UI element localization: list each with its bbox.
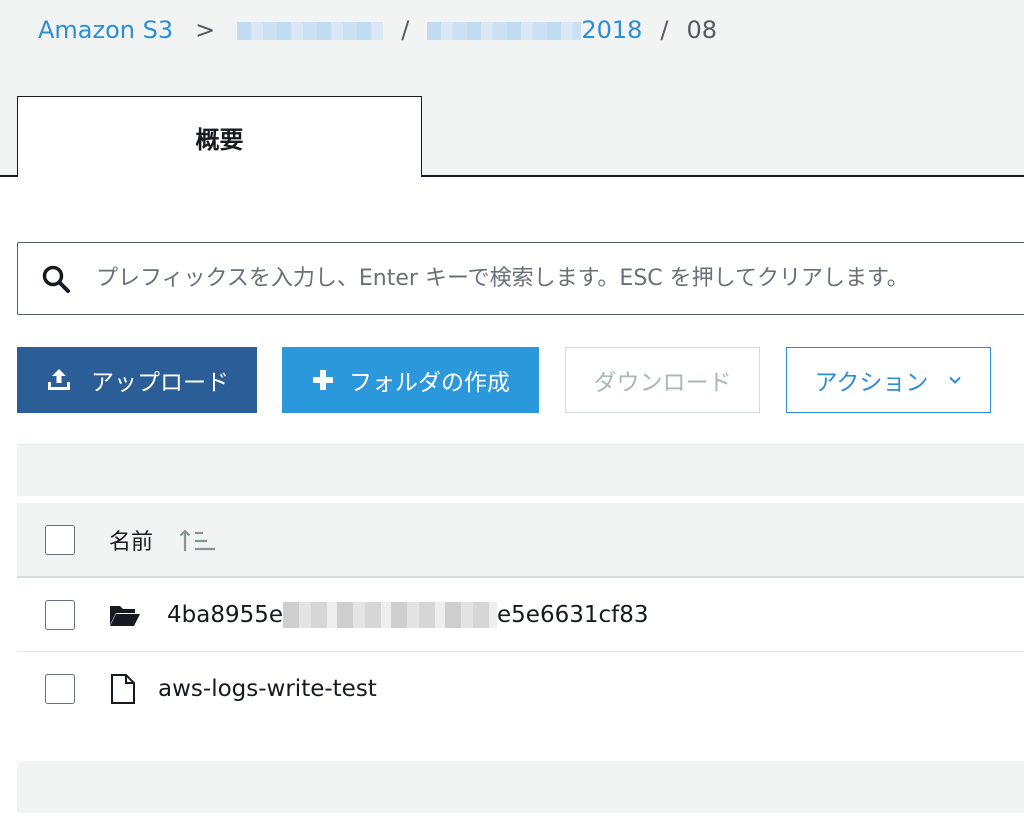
row-checkbox[interactable]	[45, 599, 75, 630]
table-footer	[17, 726, 1024, 761]
breadcrumb-current: 08	[686, 16, 718, 44]
table-toolbar	[17, 444, 1024, 496]
tab-label: 概要	[195, 125, 244, 154]
search-icon	[42, 265, 70, 293]
table-row[interactable]: 4ba8955e e5e6631cf83	[17, 578, 1024, 652]
search-input[interactable]	[96, 266, 1024, 291]
tab-overview[interactable]: 概要	[17, 96, 422, 179]
upload-icon	[48, 369, 70, 390]
folder-name-suffix: e5e6631cf83	[497, 601, 649, 628]
file-icon	[111, 674, 135, 704]
file-name-link[interactable]: aws-logs-write-test	[158, 676, 377, 702]
breadcrumb-bucket-link[interactable]	[237, 16, 384, 44]
sort-ascending-icon[interactable]	[179, 527, 217, 553]
column-header-name[interactable]: 名前	[109, 524, 153, 556]
upload-label: アップロード	[91, 370, 229, 396]
chevron-down-icon	[949, 376, 962, 384]
breadcrumb-separator: /	[401, 16, 410, 44]
folder-open-icon	[110, 605, 140, 626]
download-label: ダウンロード	[593, 370, 732, 396]
folder-name-link[interactable]: 4ba8955e e5e6631cf83	[167, 601, 649, 628]
actions-label: アクション	[814, 370, 929, 396]
table-row[interactable]: aws-logs-write-test	[17, 652, 1024, 726]
search-box	[17, 242, 1024, 315]
select-all-checkbox[interactable]	[45, 524, 75, 555]
breadcrumb-separator: >	[195, 16, 216, 44]
redacted-block	[283, 601, 498, 628]
breadcrumb-folder-link[interactable]: 2018	[427, 16, 642, 44]
folder-name-prefix: 4ba8955e	[167, 601, 284, 628]
actions-dropdown[interactable]: アクション	[786, 347, 991, 413]
row-checkbox[interactable]	[45, 674, 75, 704]
plus-icon	[313, 370, 333, 390]
create-folder-button[interactable]: フォルダの作成	[282, 347, 539, 413]
download-button[interactable]: ダウンロード	[565, 347, 760, 413]
create-folder-label: フォルダの作成	[349, 370, 510, 396]
breadcrumb: Amazon S3 > / 2018 / 08	[0, 0, 1024, 60]
breadcrumb-root-link[interactable]: Amazon S3	[38, 16, 173, 44]
upload-button[interactable]: アップロード	[17, 347, 257, 413]
table-pagination-area	[17, 761, 1024, 813]
breadcrumb-separator: /	[660, 16, 669, 44]
breadcrumb-folder-suffix: 2018	[581, 16, 643, 44]
table-header: 名前	[17, 503, 1024, 578]
